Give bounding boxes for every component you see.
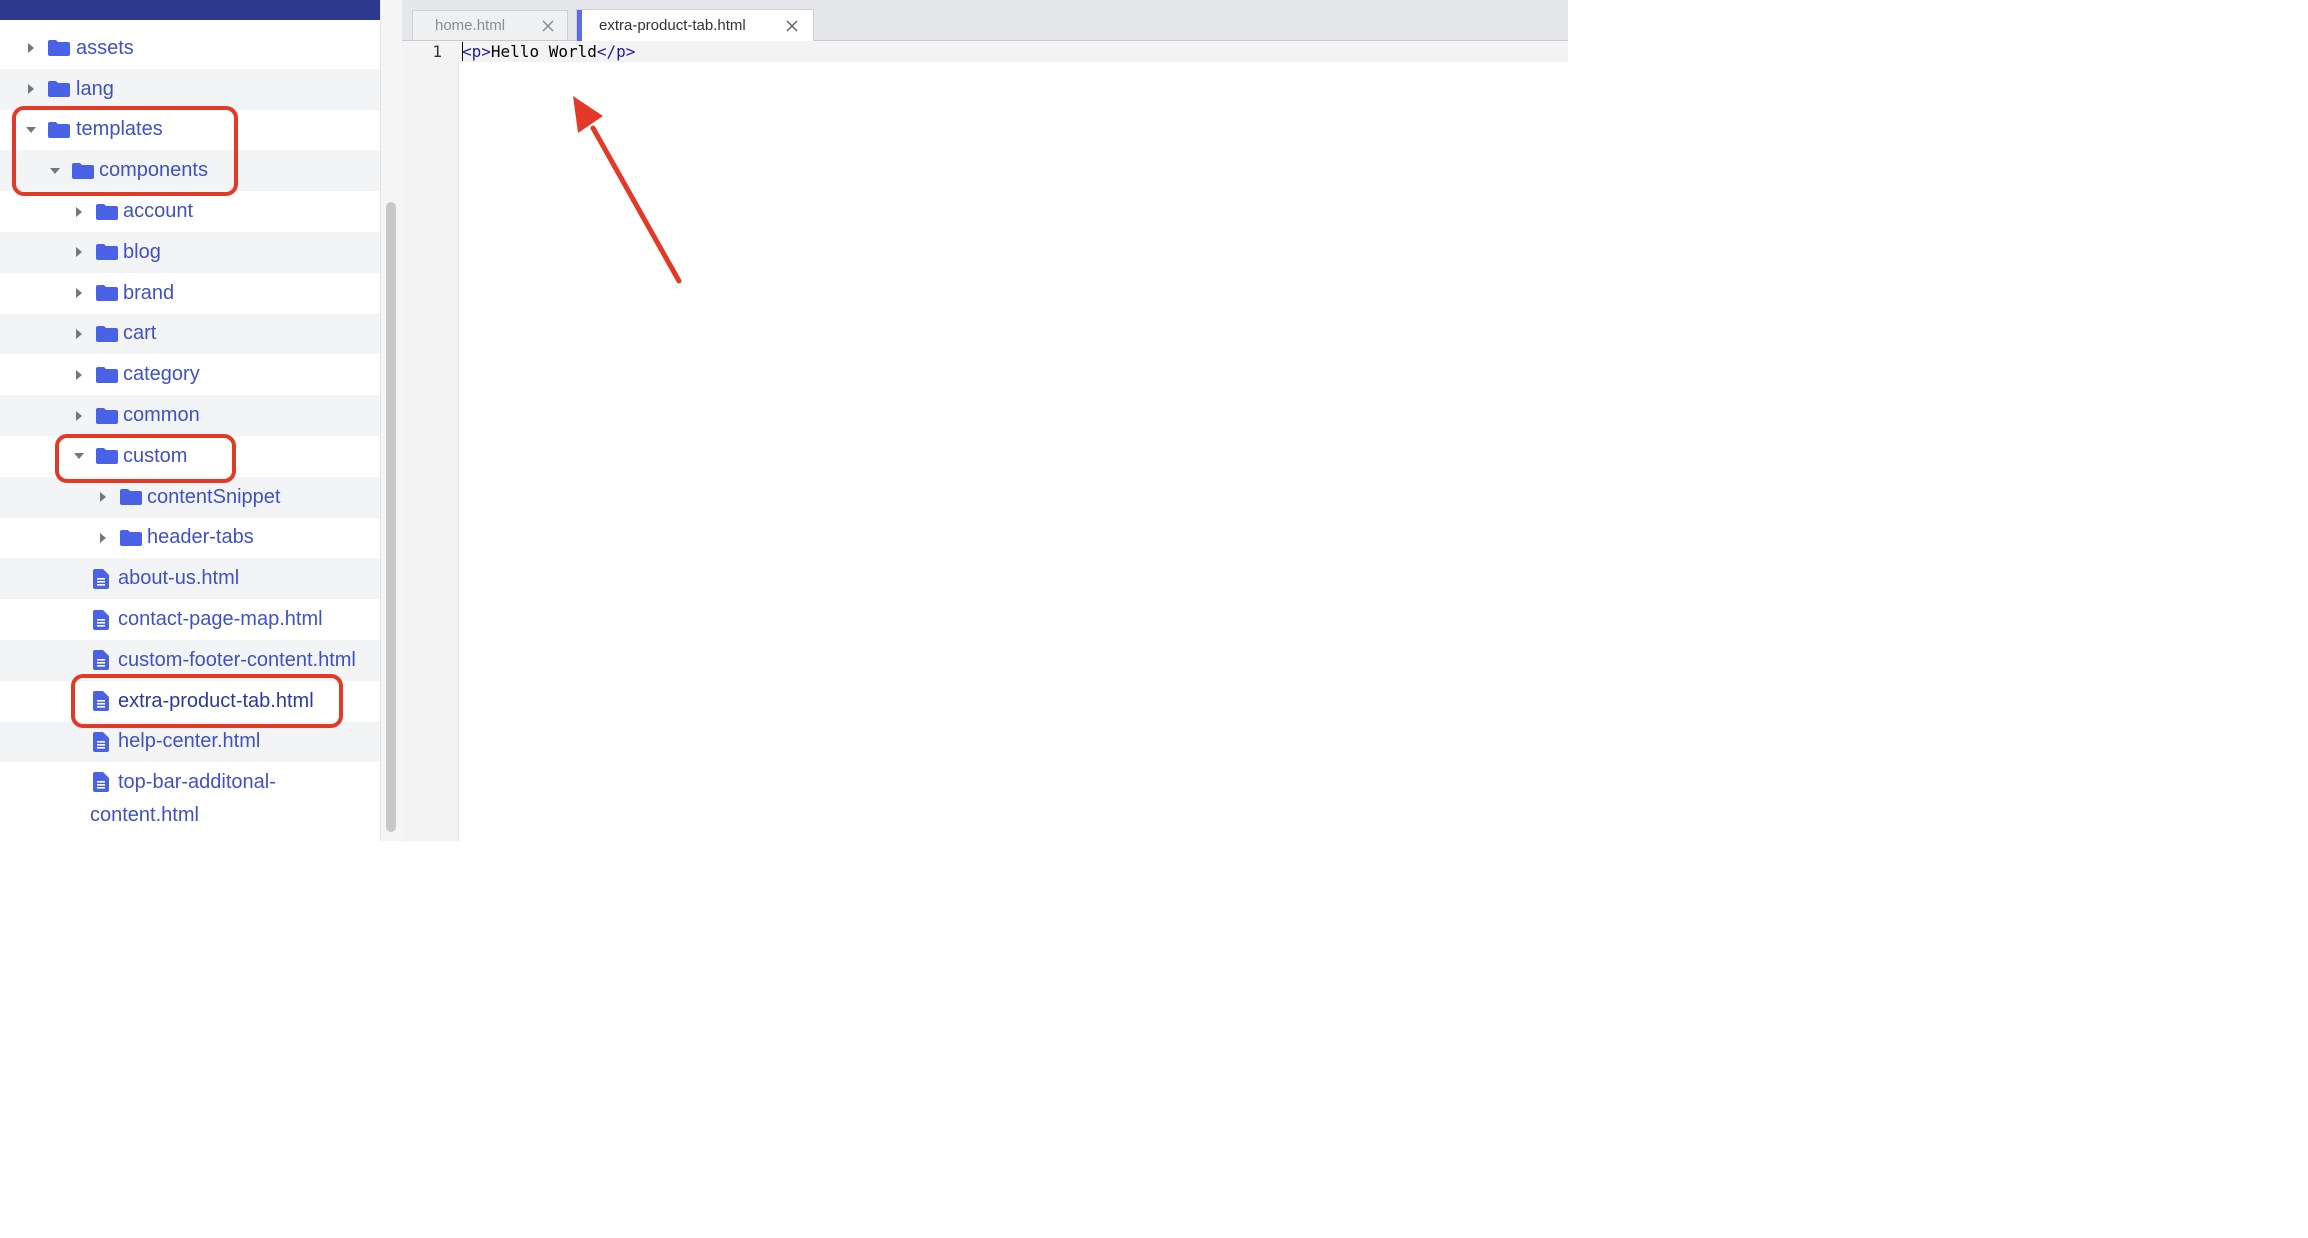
line-number-gutter [402, 41, 459, 841]
file-icon [93, 650, 109, 671]
tree-item-blog[interactable]: blog [0, 231, 380, 273]
folder-icon [96, 244, 118, 261]
tree-item-top-bar-additonal-content[interactable]: top-bar-additonal- content.html [0, 762, 380, 832]
tree-item-common[interactable]: common [0, 395, 380, 436]
tab-home-html[interactable]: home.html [412, 10, 568, 40]
caret-right-icon[interactable] [100, 492, 106, 503]
caret-right-icon[interactable] [76, 328, 82, 339]
close-icon[interactable] [785, 19, 799, 33]
caret-right-icon[interactable] [100, 532, 106, 543]
tree-item-assets[interactable]: assets [0, 28, 380, 69]
file-icon [93, 772, 109, 793]
folder-icon [120, 489, 142, 506]
folder-icon [96, 325, 118, 342]
file-icon [93, 609, 109, 630]
tree-item-label: brand [123, 281, 175, 304]
tree-item-lang[interactable]: lang [0, 68, 380, 110]
code-open-tag: <p> [462, 42, 491, 61]
folder-icon [120, 529, 142, 546]
tree-item-label: assets [76, 36, 134, 59]
tree-item-label: top-bar-additonal- [118, 771, 276, 794]
tree-item-label: help-center.html [118, 730, 261, 753]
arrow-shaft [590, 125, 682, 284]
code-close-tag: </p> [596, 42, 636, 61]
folder-icon [48, 81, 70, 98]
caret-right-icon[interactable] [76, 410, 82, 421]
caret-right-icon[interactable] [76, 206, 82, 217]
caret-right-icon[interactable] [76, 288, 82, 299]
folder-icon [48, 40, 70, 57]
caret-right-icon[interactable] [76, 369, 82, 380]
tree-item-label: blog [123, 240, 161, 263]
close-icon[interactable] [541, 19, 555, 33]
arrow-head [573, 96, 603, 133]
code-text: Hello World [490, 42, 597, 61]
tree-item-about-us[interactable]: about-us.html [0, 558, 380, 600]
sidebar-scrollbar-thumb[interactable] [386, 202, 396, 832]
tree-item-label: about-us.html [118, 567, 240, 590]
tree-item-label-continued: content.html [90, 804, 199, 827]
folder-icon [96, 366, 118, 383]
file-icon [93, 568, 109, 589]
tree-item-label: contact-page-map.html [118, 608, 323, 631]
sidebar-header-bar [0, 0, 380, 20]
annotation-box-templates [12, 106, 238, 196]
text-cursor [462, 42, 463, 61]
tab-extra-product-tab-html[interactable]: extra-product-tab.html [576, 9, 814, 41]
tree-item-header-tabs[interactable]: header-tabs [0, 518, 380, 559]
tree-item-label: account [123, 200, 194, 223]
tree-item-label: header-tabs [147, 526, 254, 549]
editor-tab-bar: home.html extra-product-tab.html [402, 0, 1568, 41]
tree-item-label: cart [123, 322, 157, 345]
tree-item-label: common [123, 404, 200, 427]
tree-item-contact-page-map[interactable]: contact-page-map.html [0, 599, 380, 640]
tab-label: home.html [435, 17, 506, 34]
caret-right-icon[interactable] [28, 84, 34, 95]
annotation-box-custom [55, 434, 236, 483]
tree-item-brand[interactable]: brand [0, 273, 380, 314]
tree-item-label: lang [76, 77, 114, 100]
tree-item-category[interactable]: category [0, 354, 380, 395]
line-number: 1 [432, 42, 442, 61]
tree-item-label: contentSnippet [147, 485, 281, 508]
caret-right-icon[interactable] [76, 247, 82, 258]
active-tab-indicator [577, 10, 582, 41]
annotation-box-extra-product-tab [71, 674, 343, 728]
tree-item-cart[interactable]: cart [0, 313, 380, 355]
folder-icon [96, 203, 118, 220]
folder-icon [96, 407, 118, 424]
tree-item-label: category [123, 363, 200, 386]
tree-item-label: custom-footer-content.html [118, 648, 356, 671]
code-line[interactable]: <p>Hello World</p> [462, 41, 635, 62]
caret-right-icon[interactable] [28, 43, 34, 54]
file-icon [93, 731, 109, 752]
tree-item-account[interactable]: account [0, 191, 380, 232]
tab-label: extra-product-tab.html [599, 17, 746, 34]
folder-icon [96, 285, 118, 302]
